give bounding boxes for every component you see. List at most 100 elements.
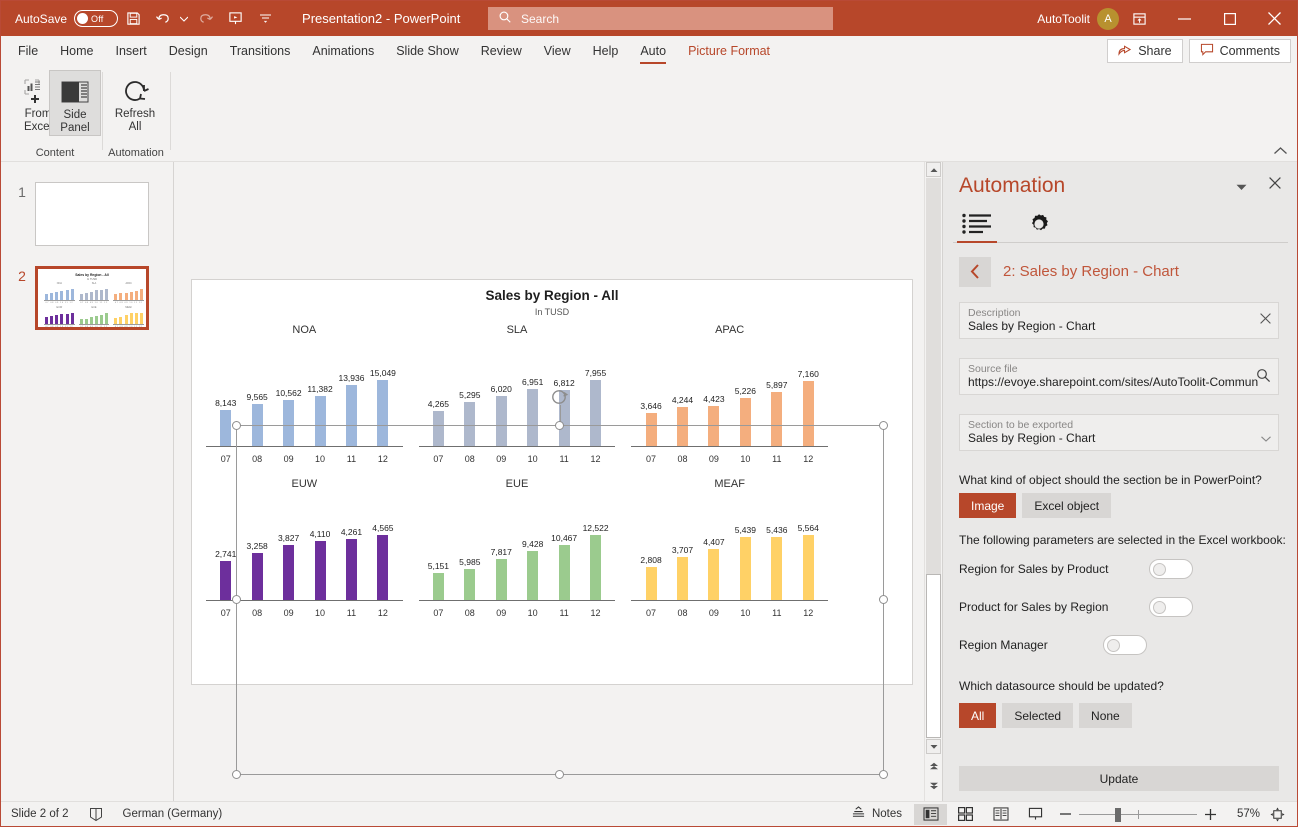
thumbnail-mini-chart: EUW 07 08 09 10 11 12 — [43, 306, 76, 327]
slide-sorter-button[interactable] — [949, 804, 982, 825]
ribbon-display-options-icon[interactable] — [1117, 1, 1162, 36]
scroll-down-button[interactable] — [926, 739, 941, 754]
datasource-none-button[interactable]: None — [1079, 703, 1132, 728]
clear-icon[interactable] — [1260, 312, 1271, 327]
notes-button[interactable]: Notes — [841, 802, 912, 827]
language-indicator[interactable]: German (Germany) — [113, 802, 233, 827]
resize-handle-top-left[interactable] — [232, 421, 241, 430]
tab-review[interactable]: Review — [470, 36, 533, 66]
slideshow-button[interactable] — [1019, 804, 1052, 825]
maximize-icon[interactable] — [1207, 1, 1252, 36]
customize-quick-access-icon[interactable] — [250, 4, 280, 34]
share-button[interactable]: Share — [1107, 39, 1183, 63]
chevron-down-icon[interactable] — [1261, 430, 1271, 445]
source-file-field[interactable]: Source file https://evoye.sharepoint.com… — [959, 358, 1279, 395]
resize-handle-middle-right[interactable] — [879, 595, 888, 604]
tab-view[interactable]: View — [533, 36, 582, 66]
object-kind-image-button[interactable]: Image — [959, 493, 1017, 518]
tab-home[interactable]: Home — [49, 36, 104, 66]
reading-view-button[interactable] — [984, 804, 1017, 825]
zoom-out-button[interactable] — [1054, 802, 1077, 827]
scrollbar-thumb[interactable] — [926, 574, 941, 738]
comments-button[interactable]: Comments — [1188, 39, 1291, 63]
avatar[interactable]: A — [1097, 7, 1119, 30]
thumbnail-preview-2[interactable]: Sales by Region - All In TUSD NOA 07 08 0… — [35, 266, 149, 330]
refresh-all-button[interactable]: Refresh All — [103, 70, 167, 134]
selection-frame[interactable] — [232, 390, 888, 779]
thumbnail-preview-1[interactable] — [35, 182, 149, 246]
tab-help[interactable]: Help — [582, 36, 630, 66]
parameter-toggle-2[interactable] — [1103, 635, 1147, 655]
canvas-scrollbar[interactable] — [924, 162, 941, 802]
next-slide-button[interactable] — [926, 778, 941, 793]
thumbnail-slide-2[interactable]: 2 Sales by Region - All In TUSD NOA 07 08… — [9, 266, 149, 330]
side-panel-icon — [61, 75, 89, 109]
datasource-all-button[interactable]: All — [959, 703, 997, 728]
normal-view-button[interactable] — [914, 803, 947, 825]
autosave-toggle[interactable]: AutoSave Off — [15, 10, 119, 27]
tab-file[interactable]: File — [7, 36, 49, 66]
thumbnail-mini-bar — [45, 317, 48, 324]
resize-handle-bottom-center[interactable] — [555, 770, 564, 779]
undo-dropdown-icon[interactable] — [178, 4, 190, 34]
task-pane-settings-tab[interactable] — [1015, 211, 1063, 242]
search-input[interactable]: Search — [488, 7, 833, 30]
thumbnail-mini-bar — [55, 292, 59, 300]
tab-transitions[interactable]: Transitions — [219, 36, 302, 66]
slide-surface[interactable]: Sales by Region - All In TUSD NOA 8,143 9,… — [191, 279, 913, 779]
zoom-slider-handle[interactable] — [1115, 807, 1121, 822]
undo-icon[interactable] — [148, 4, 178, 34]
bar-column: 2,741 — [213, 498, 239, 600]
save-icon[interactable] — [118, 4, 148, 34]
section-to-export-value[interactable]: Sales by Region - Chart — [968, 431, 1270, 445]
resize-handle-top-center[interactable] — [555, 421, 564, 430]
resize-handle-middle-left[interactable] — [232, 595, 241, 604]
start-presentation-icon[interactable] — [220, 4, 250, 34]
section-to-export-field[interactable]: Section to be exported Sales by Region -… — [959, 414, 1279, 451]
minimize-icon[interactable] — [1162, 1, 1207, 36]
tab-picture-format[interactable]: Picture Format — [677, 36, 781, 66]
resize-handle-bottom-left[interactable] — [232, 770, 241, 779]
thumbnail-mini-bar — [70, 289, 74, 300]
update-button[interactable]: Update — [959, 766, 1279, 791]
slide-indicator[interactable]: Slide 2 of 2 — [1, 802, 79, 827]
task-pane-list-tab[interactable] — [953, 211, 1001, 243]
redo-icon[interactable] — [190, 4, 220, 34]
accessibility-checker-icon[interactable] — [79, 802, 113, 827]
description-field[interactable]: Description Sales by Region - Chart — [959, 302, 1279, 339]
account-area[interactable]: AutoToolit A — [1037, 1, 1119, 36]
thumbnail-mini-bar — [60, 291, 64, 300]
back-chevron-icon[interactable] — [959, 256, 991, 287]
zoom-in-button[interactable] — [1199, 802, 1222, 827]
previous-slide-button[interactable] — [926, 758, 941, 773]
description-value[interactable]: Sales by Region - Chart — [968, 319, 1270, 333]
fit-slide-button[interactable] — [1262, 802, 1293, 827]
browse-source-file-icon[interactable] — [1256, 368, 1271, 386]
powerpoint-window: AutoSave Off Presentation2 - PowerPoint — [0, 0, 1298, 827]
source-file-value[interactable]: https://evoye.sharepoint.com/sites/AutoT… — [968, 375, 1258, 389]
datasource-selected-button[interactable]: Selected — [1002, 703, 1074, 728]
side-panel-button[interactable]: Side Panel — [49, 70, 101, 136]
task-pane-close-icon[interactable] — [1269, 176, 1281, 193]
object-kind-excel-button[interactable]: Excel object — [1022, 493, 1112, 518]
collapse-ribbon-icon[interactable] — [1274, 144, 1287, 158]
scroll-up-button[interactable] — [926, 162, 941, 177]
zoom-level[interactable]: 57% — [1224, 808, 1260, 820]
tab-auto[interactable]: Auto — [629, 36, 677, 66]
parameter-toggle-0[interactable] — [1149, 559, 1193, 579]
tab-insert[interactable]: Insert — [105, 36, 158, 66]
chart-subtitle: In TUSD — [534, 307, 570, 317]
tab-slide-show[interactable]: Slide Show — [385, 36, 470, 66]
thumbnail-slide-1[interactable]: 1 — [9, 182, 149, 246]
bar-value-label: 4,244 — [671, 395, 694, 405]
zoom-slider[interactable] — [1079, 802, 1197, 827]
tab-animations[interactable]: Animations — [301, 36, 385, 66]
autosave-switch[interactable]: Off — [74, 10, 119, 27]
tab-design[interactable]: Design — [158, 36, 219, 66]
rotate-handle[interactable] — [551, 388, 569, 406]
task-pane-options-icon[interactable] — [1236, 182, 1247, 194]
resize-handle-top-right[interactable] — [879, 421, 888, 430]
resize-handle-bottom-right[interactable] — [879, 770, 888, 779]
close-icon[interactable] — [1252, 1, 1297, 36]
parameter-toggle-1[interactable] — [1149, 597, 1193, 617]
